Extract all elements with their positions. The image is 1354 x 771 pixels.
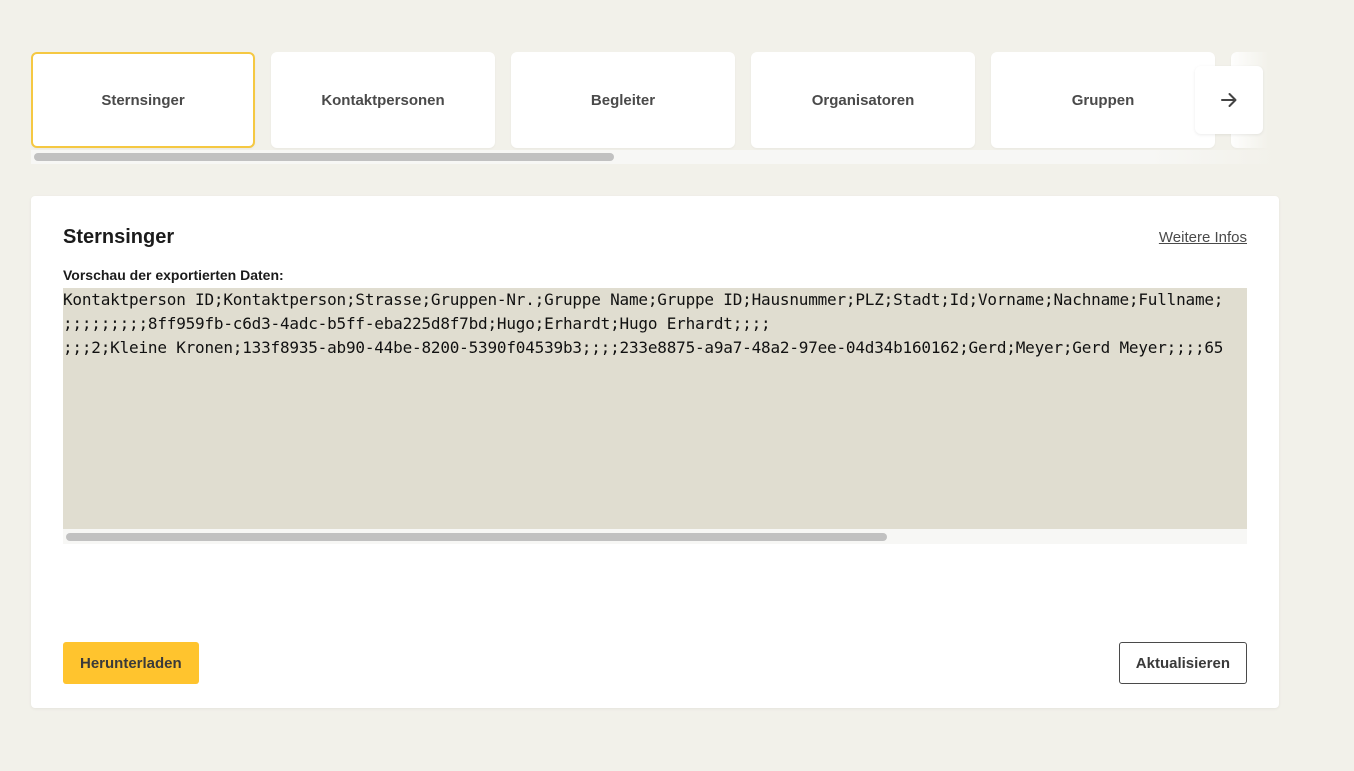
tab-kontaktpersonen[interactable]: Kontaktpersonen xyxy=(271,52,495,148)
tab-gruppen[interactable]: Gruppen xyxy=(991,52,1215,148)
tab-bar: Sternsinger Kontaktpersonen Begleiter Or… xyxy=(31,52,1279,164)
preview-line: ;;;;;;;;;8ff959fb-c6d3-4adc-b5ff-eba225d… xyxy=(63,314,771,333)
preview-scrollbar-thumb[interactable] xyxy=(66,533,887,541)
tab-label: Sternsinger xyxy=(101,91,185,109)
preview-line: ;;;2;Kleine Kronen;133f8935-ab90-44be-82… xyxy=(63,338,1224,357)
refresh-button[interactable]: Aktualisieren xyxy=(1118,642,1247,684)
tab-label: Kontaktpersonen xyxy=(321,91,445,109)
tabs-scrollbar[interactable] xyxy=(31,150,1276,164)
tab-organisatoren[interactable]: Organisatoren xyxy=(751,52,975,148)
arrow-right-icon xyxy=(1221,93,1237,107)
tab-list: Sternsinger Kontaktpersonen Begleiter Or… xyxy=(31,52,1279,148)
tab-label: Organisatoren xyxy=(811,91,915,109)
preview-line: Kontaktperson ID;Kontaktperson;Strasse;G… xyxy=(63,290,1224,309)
tab-label: Begleiter xyxy=(590,91,656,109)
tab-sternsinger[interactable]: Sternsinger xyxy=(31,52,255,148)
more-info-link[interactable]: Weitere Infos xyxy=(1159,229,1247,246)
export-preview[interactable]: Kontaktperson ID;Kontaktperson;Strasse;G… xyxy=(63,288,1247,529)
preview-label: Vorschau der exportierten Daten: xyxy=(63,267,284,283)
card-title: Sternsinger xyxy=(63,226,175,248)
tabs-scrollbar-thumb[interactable] xyxy=(34,153,614,161)
download-button[interactable]: Herunterladen xyxy=(63,642,199,684)
tab-label: Gruppen xyxy=(1071,91,1135,109)
tabs-next-button[interactable] xyxy=(1195,66,1263,134)
preview-scrollbar[interactable] xyxy=(63,529,1247,544)
export-card: Sternsinger Weitere Infos Vorschau der e… xyxy=(31,196,1279,708)
tab-begleiter[interactable]: Begleiter xyxy=(511,52,735,148)
